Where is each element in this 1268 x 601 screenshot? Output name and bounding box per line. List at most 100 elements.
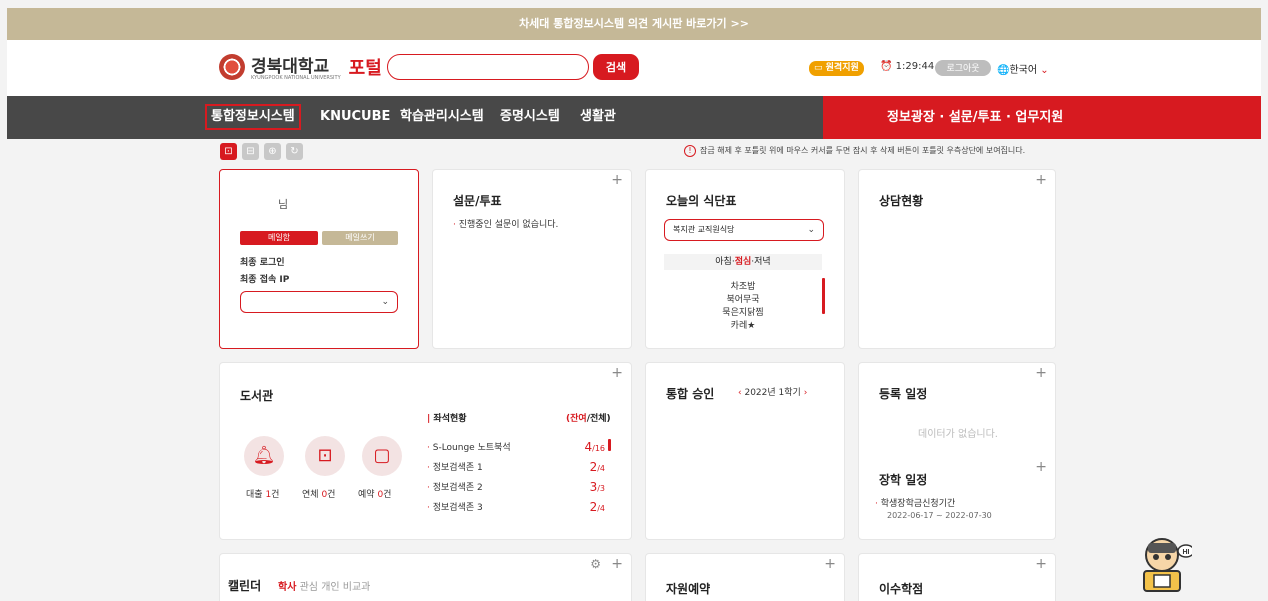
university-seal-icon (219, 53, 245, 80)
mailbox-button[interactable]: 메일함 (240, 231, 318, 245)
unlock-icon[interactable]: ⊟ (242, 143, 259, 160)
chevron-left-icon[interactable]: ‹ (738, 388, 742, 398)
seat-row[interactable]: 정보검색존 3 2/4 (427, 500, 617, 514)
profile-card: 님 메일함 메일쓰기 최종 로그인 최종 접속 IP ⌄ (219, 169, 419, 349)
seat-name: 정보검색존 2 (432, 483, 483, 493)
reserve-unit: 건 (383, 490, 392, 500)
plus-icon[interactable]: + (1035, 365, 1047, 381)
survey-empty: 진행중인 설문이 없습니다. (453, 217, 559, 230)
refresh-icon[interactable]: ↻ (286, 143, 303, 160)
seat-title-text: 좌석현황 (433, 414, 467, 424)
hi-text: HI (1183, 549, 1190, 556)
seat-row[interactable]: S-Lounge 노트북석 4/16 (427, 440, 617, 454)
seat-name: 정보검색존 3 (432, 503, 483, 513)
alarm-clock-icon: ⏰ (880, 61, 893, 72)
logo[interactable]: 경북대학교 KYUNGPOOK NATIONAL UNIVERSITY 포털 (219, 52, 382, 81)
seat-header-remain: (잔여 (566, 414, 587, 424)
overdue-stat[interactable]: 연체 0건 (302, 487, 335, 500)
book-icon[interactable]: ⊡ (305, 436, 345, 476)
notice-text: 잠금 해제 후 포틀릿 위에 마우스 커서를 두면 잠시 후 삭제 버튼이 포틀… (700, 146, 1026, 155)
schedule-empty: 데이터가 없습니다. (918, 429, 998, 440)
remote-support-label: 원격지원 (825, 63, 859, 73)
calendar-title: 캘린더 (228, 579, 262, 593)
logout-button[interactable]: 로그아웃 (935, 60, 991, 76)
plus-icon[interactable]: + (611, 172, 623, 188)
nav-knucube[interactable]: KNUCUBE (320, 104, 390, 130)
plus-icon[interactable]: + (611, 365, 623, 381)
nav-lms[interactable]: 학습관리시스템 (400, 104, 484, 130)
write-mail-button[interactable]: 메일쓰기 (322, 231, 398, 245)
overdue-unit: 건 (327, 490, 336, 500)
plus-icon[interactable]: + (611, 556, 623, 572)
search-input[interactable] (387, 54, 589, 80)
menu-scrollbar[interactable] (822, 278, 825, 314)
cafeteria-select[interactable]: 복지관 교직원식당 ⌄ (664, 219, 824, 241)
logo-name: 경북대학교 (251, 57, 330, 77)
plus-icon[interactable]: + (1035, 172, 1047, 188)
portlet-toolbar: ⊡ ⊟ ⊕ ↻ (220, 143, 303, 160)
approval-title: 통합 승인 (666, 387, 715, 401)
seat-value: 2/4 (589, 500, 605, 514)
nav-info-square[interactable]: 정보광장 · 설문/투표 · 업무지원 (823, 96, 1261, 139)
tab-breakfast[interactable]: 아침 (715, 257, 732, 267)
tab-dinner[interactable]: 저녁 (754, 257, 771, 267)
menu-item: 카레★ (730, 321, 756, 331)
chevron-down-icon: ⌄ (807, 225, 815, 235)
tab-lunch[interactable]: 점심 (735, 257, 752, 267)
loan-stat[interactable]: 대출 1건 (246, 487, 279, 500)
globe-icon: 🌐 (997, 65, 1010, 76)
scholar-dates: 2022-06-17 ~ 2022-07-30 (887, 511, 992, 520)
portal-label: 포털 (348, 57, 382, 79)
plus-icon[interactable]: + (1035, 459, 1047, 475)
nav-certificate[interactable]: 증명시스템 (500, 104, 560, 130)
search-button[interactable]: 검색 (593, 54, 639, 80)
tab-extracurricular[interactable]: 비교과 (343, 582, 371, 593)
lock-icon[interactable]: ⊡ (220, 143, 237, 160)
language-select[interactable]: 🌐한국어 ⌄ (997, 61, 1049, 76)
plus-icon[interactable]: + (1035, 556, 1047, 572)
register-schedule-title: 등록 일정 (879, 387, 928, 401)
scholar-item[interactable]: 학생장학금신청기간 (875, 496, 956, 509)
chevron-right-icon[interactable]: › (804, 388, 808, 398)
menu-item: 차조밥 (730, 282, 756, 292)
library-card: + 도서관 🔔︎ ⊡ ▢ 대출 1건 연체 0건 예약 0건 | 좌석현황 (잔… (219, 362, 632, 540)
remote-support-button[interactable]: ▭ 원격지원 (809, 61, 864, 76)
counsel-title: 상담현황 (879, 194, 924, 208)
calendar-card: + ⚙ 캘린더 학사 관심 개인 비교과 (219, 553, 632, 601)
scholar-schedule-title: 장학 일정 (879, 473, 928, 487)
nav-dormitory[interactable]: 생활관 (580, 104, 616, 130)
library-title: 도서관 (240, 389, 274, 403)
survey-title: 설문/투표 (453, 194, 502, 208)
tab-academic[interactable]: 학사 (278, 582, 296, 593)
loan-label: 대출 (246, 490, 263, 500)
main-nav: 통합정보시스템 KNUCUBE 학습관리시스템 증명시스템 생활관 정보광장 ·… (7, 96, 1261, 139)
tab-interest[interactable]: 관심 (300, 582, 318, 593)
seat-name: 정보검색존 1 (432, 463, 483, 473)
logo-subtitle: KYUNGPOOK NATIONAL UNIVERSITY (251, 75, 341, 81)
menu-item: 묵은지닭찜 (722, 308, 764, 318)
seat-row[interactable]: 정보검색존 2 3/3 (427, 480, 617, 494)
seat-value: 3/3 (589, 480, 605, 494)
meal-title: 오늘의 식단표 (666, 194, 737, 208)
reserve-stat[interactable]: 예약 0건 (358, 487, 391, 500)
seat-name: S-Lounge 노트북석 (432, 443, 511, 453)
session-timer[interactable]: ⏰ 1:29:44 (880, 61, 934, 72)
profile-select[interactable]: ⌄ (240, 291, 398, 313)
portlet-notice: ! 잠금 해제 후 포틀릿 위에 마우스 커서를 두면 잠시 후 삭제 버튼이 포… (684, 145, 1025, 157)
bell-icon[interactable]: 🔔︎ (244, 436, 284, 476)
schedule-card: + 등록 일정 데이터가 없습니다. + 장학 일정 학생장학금신청기간 202… (858, 362, 1056, 540)
opinion-board-banner[interactable]: 차세대 통합정보시스템 의견 게시판 바로가기 >> (7, 8, 1261, 40)
tab-personal[interactable]: 개인 (321, 582, 339, 593)
chatbot-mascot-icon[interactable]: HI (1140, 533, 1192, 593)
plus-icon[interactable]: + (824, 556, 836, 572)
seat-row[interactable]: 정보검색존 1 2/4 (427, 460, 617, 474)
seat-header-total: /전체) (586, 414, 611, 424)
nav-integrated-info[interactable]: 통합정보시스템 (205, 104, 301, 130)
resource-card: + 자원예약 (645, 553, 845, 601)
reserve-icon[interactable]: ▢ (362, 436, 402, 476)
add-portlet-icon[interactable]: ⊕ (264, 143, 281, 160)
credits-card: + 이수학점 (858, 553, 1056, 601)
seat-scrollbar[interactable] (608, 439, 611, 451)
seat-value: 2/4 (589, 460, 605, 474)
gear-icon[interactable]: ⚙ (590, 557, 601, 571)
